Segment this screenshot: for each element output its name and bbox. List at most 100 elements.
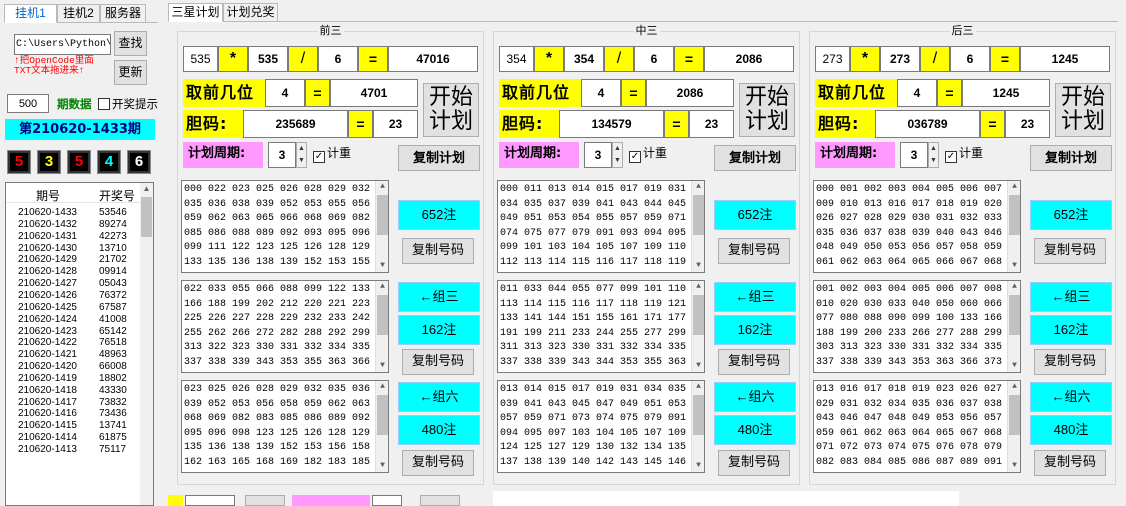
table-row[interactable]: 210620-1427 05043 — [6, 278, 142, 290]
factor-b[interactable]: 6 — [634, 46, 674, 72]
spin-up-icon[interactable]: ▲ — [929, 143, 938, 155]
factor-a[interactable]: 535 — [248, 46, 288, 72]
copy-code-button[interactable]: 复制号码 — [1034, 238, 1106, 264]
bottom-spin[interactable] — [372, 495, 402, 506]
table-row[interactable]: 210620-1418 43330 — [6, 385, 142, 397]
take-front-input[interactable]: 4 — [581, 79, 621, 107]
weight-checkbox[interactable]: ✓ 计重 — [945, 144, 983, 163]
table-row[interactable]: 210620-1426 76372 — [6, 290, 142, 302]
find-button[interactable]: 查找 — [114, 31, 147, 56]
scroll-up-icon[interactable]: ▲ — [141, 183, 152, 195]
cycle-input[interactable]: 3 — [584, 142, 612, 168]
copy-plan-button[interactable]: 复制计划 — [398, 145, 480, 171]
factor-a[interactable]: 273 — [880, 46, 920, 72]
plan-text-group3[interactable]: 022 033 055 066 088 099 122 133 155 166 … — [181, 280, 389, 373]
start-plan-button[interactable]: 开始 计划 — [1055, 83, 1111, 137]
count-all-badge[interactable]: 652注 — [714, 200, 796, 230]
bottom-button-2[interactable] — [420, 495, 460, 506]
table-row[interactable]: 210620-1431 42273 — [6, 231, 142, 243]
plan-text-group6[interactable]: 013 014 015 017 019 031 034 035 037 039 … — [497, 380, 705, 473]
prize-tip-checkbox[interactable]: 开奖提示 — [98, 96, 158, 112]
scrollbar[interactable]: ▲ ▼ — [375, 281, 388, 372]
spin-down-icon[interactable]: ▼ — [297, 155, 306, 167]
spin-down-icon[interactable]: ▼ — [929, 155, 938, 167]
table-row[interactable]: 210620-1428 09914 — [6, 266, 142, 278]
copy-code-button[interactable]: 复制号码 — [402, 349, 474, 375]
table-row[interactable]: 210620-1424 41008 — [6, 314, 142, 326]
copy-code-button[interactable]: 复制号码 — [1034, 349, 1106, 375]
cycle-spinner[interactable]: ▲ ▼ — [612, 142, 623, 168]
tab-guaji1[interactable]: 挂机1 — [4, 4, 57, 23]
checkbox-box[interactable]: ✓ — [629, 151, 641, 163]
dan-input[interactable]: 134579 — [559, 110, 664, 138]
count-group6-badge[interactable]: 480注 — [398, 415, 480, 445]
start-plan-button[interactable]: 开始 计划 — [423, 83, 479, 137]
count-all-badge[interactable]: 652注 — [398, 200, 480, 230]
table-row[interactable]: 210620-1416 73436 — [6, 408, 142, 420]
plan-text-group3[interactable]: 001 002 003 004 005 006 007 008 009 010 … — [813, 280, 1021, 373]
take-front-result[interactable]: 4701 — [330, 79, 418, 107]
group3-button[interactable]: ←组三 — [398, 282, 480, 312]
scrollbar[interactable]: ▲ ▼ — [1007, 181, 1020, 272]
table-row[interactable]: 210620-1421 48963 — [6, 349, 142, 361]
checkbox-box[interactable]: ✓ — [313, 151, 325, 163]
count-group3-badge[interactable]: 162注 — [714, 315, 796, 345]
base-number[interactable]: 273 — [815, 46, 850, 72]
scrollbar[interactable]: ▲ ▼ — [375, 381, 388, 472]
scrollbar[interactable]: ▲ ▼ — [1007, 381, 1020, 472]
table-row[interactable]: 210620-1413 75117 — [6, 444, 142, 456]
table-row[interactable]: 210620-1420 66008 — [6, 361, 142, 373]
table-row[interactable]: 210620-1423 65142 — [6, 326, 142, 338]
table-row[interactable]: 210620-1414 61875 — [6, 432, 142, 444]
count-all-badge[interactable]: 652注 — [1030, 200, 1112, 230]
bottom-button[interactable] — [245, 495, 285, 506]
plan-text-all[interactable]: 000 011 013 014 015 017 019 031 033 034 … — [497, 180, 705, 273]
tab-guaji2[interactable]: 挂机2 — [57, 4, 100, 23]
plan-text-group6[interactable]: 023 025 026 028 029 032 035 036 038 039 … — [181, 380, 389, 473]
table-row[interactable]: 210620-1417 73832 — [6, 397, 142, 409]
count-group3-badge[interactable]: 162注 — [398, 315, 480, 345]
history-scrollbar[interactable]: ▲ — [140, 183, 153, 505]
group6-button[interactable]: ←组六 — [398, 382, 480, 412]
plan-text-group6[interactable]: 013 016 017 018 019 023 026 027 028 029 … — [813, 380, 1021, 473]
copy-code-button[interactable]: 复制号码 — [402, 450, 474, 476]
plan-text-all[interactable]: 000 001 002 003 004 005 006 007 008 009 … — [813, 180, 1021, 273]
group3-button[interactable]: ←组三 — [714, 282, 796, 312]
dan-input[interactable]: 235689 — [243, 110, 348, 138]
copy-code-button[interactable]: 复制号码 — [402, 238, 474, 264]
scrollbar[interactable]: ▲ ▼ — [691, 381, 704, 472]
spin-up-icon[interactable]: ▲ — [613, 143, 622, 155]
checkbox-box[interactable]: ✓ — [945, 151, 957, 163]
group6-button[interactable]: ←组六 — [714, 382, 796, 412]
take-front-input[interactable]: 4 — [897, 79, 937, 107]
table-row[interactable]: 210620-1419 18802 — [6, 373, 142, 385]
factor-a[interactable]: 354 — [564, 46, 604, 72]
count-group3-badge[interactable]: 162注 — [1030, 315, 1112, 345]
path-input[interactable]: C:\Users\Python\D — [14, 34, 111, 55]
scrollbar[interactable]: ▲ ▼ — [1007, 281, 1020, 372]
result-number[interactable]: 47016 — [388, 46, 478, 72]
take-front-result[interactable]: 2086 — [646, 79, 734, 107]
result-number[interactable]: 1245 — [1020, 46, 1110, 72]
scrollbar[interactable]: ▲ ▼ — [375, 181, 388, 272]
table-row[interactable]: 210620-1425 67587 — [6, 302, 142, 314]
group6-button[interactable]: ←组六 — [1030, 382, 1112, 412]
tab-three-star-plan[interactable]: 三星计划 — [168, 3, 223, 22]
plan-text-all[interactable]: 000 022 023 025 026 028 029 032 033 035 … — [181, 180, 389, 273]
scroll-thumb[interactable] — [141, 197, 152, 237]
count-group6-badge[interactable]: 480注 — [714, 415, 796, 445]
copy-plan-button[interactable]: 复制计划 — [714, 145, 796, 171]
base-number[interactable]: 535 — [183, 46, 218, 72]
bottom-input[interactable] — [185, 495, 235, 506]
cycle-spinner[interactable]: ▲ ▼ — [928, 142, 939, 168]
copy-plan-button[interactable]: 复制计划 — [1030, 145, 1112, 171]
tab-plan-redeem[interactable]: 计划兑奖 — [223, 3, 278, 22]
table-row[interactable]: 210620-1422 76518 — [6, 337, 142, 349]
dan-result[interactable]: 23 — [373, 110, 418, 138]
copy-code-button[interactable]: 复制号码 — [1034, 450, 1106, 476]
weight-checkbox[interactable]: ✓ 计重 — [629, 144, 667, 163]
table-row[interactable]: 210620-1432 89274 — [6, 219, 142, 231]
copy-code-button[interactable]: 复制号码 — [718, 450, 790, 476]
spin-up-icon[interactable]: ▲ — [297, 143, 306, 155]
dan-result[interactable]: 23 — [1005, 110, 1050, 138]
